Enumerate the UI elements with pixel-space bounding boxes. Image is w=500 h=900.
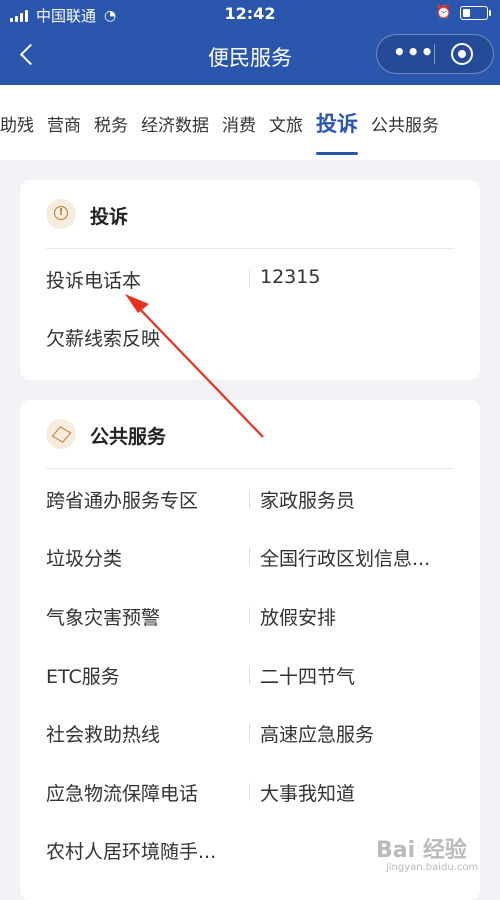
- service-link[interactable]: 放假安排: [260, 603, 336, 630]
- watermark-url: jingyan.baidu.com: [386, 862, 479, 873]
- wage-arrears-report-link[interactable]: 欠薪线索反映: [46, 324, 160, 351]
- list-item: 气象灾害预警 放假安排: [20, 586, 480, 644]
- complaint-card: 投诉 投诉电话本 12315 欠薪线索反映: [20, 180, 480, 380]
- capsule-divider: [434, 44, 435, 64]
- list-item: 社会救助热线 高速应急服务: [20, 703, 480, 761]
- cell-divider: [249, 783, 250, 801]
- tab-culture-tourism[interactable]: 文旅: [269, 111, 303, 138]
- service-link[interactable]: 大事我知道: [260, 779, 355, 806]
- status-time: 12:42: [224, 4, 276, 23]
- service-link[interactable]: 二十四节气: [260, 662, 355, 689]
- complaint-hotline-12315[interactable]: 12315: [260, 266, 320, 288]
- cell-divider: [249, 666, 250, 684]
- list-item: 欠薪线索反映: [20, 307, 480, 365]
- tab-consumption[interactable]: 消费: [222, 111, 256, 138]
- list-item: 应急物流保障电话 大事我知道: [20, 762, 480, 820]
- target-icon[interactable]: [451, 43, 473, 65]
- battery-icon: [460, 5, 491, 20]
- service-link[interactable]: 家政服务员: [260, 486, 355, 513]
- mini-program-capsule: •••: [376, 34, 494, 74]
- cell-divider: [249, 270, 250, 288]
- cell-divider: [249, 724, 250, 742]
- watermark: Bai 经验: [376, 832, 467, 864]
- service-link[interactable]: 高速应急服务: [260, 720, 374, 747]
- tab-public-service[interactable]: 公共服务: [371, 111, 439, 138]
- service-link[interactable]: 气象灾害预警: [46, 603, 160, 630]
- tab-tax[interactable]: 税务: [94, 111, 128, 138]
- list-item: 投诉电话本 12315: [20, 249, 480, 307]
- tab-disability-aid[interactable]: 助残: [0, 111, 34, 138]
- more-dots-icon[interactable]: •••: [393, 42, 433, 63]
- status-bar: 中国联通 ◔ 12:42 ⏰: [0, 0, 500, 28]
- status-right: ⏰: [435, 5, 491, 20]
- list-item: 垃圾分类 全国行政区划信息...: [20, 527, 480, 585]
- card-header: 投诉: [20, 180, 480, 248]
- tab-economic-data[interactable]: 经济数据: [141, 111, 209, 138]
- cell-divider: [249, 548, 250, 566]
- service-link[interactable]: 垃圾分类: [46, 544, 122, 571]
- complaint-phonebook-link[interactable]: 投诉电话本: [46, 266, 141, 293]
- service-link[interactable]: 跨省通办服务专区: [46, 486, 198, 513]
- card-title: 公共服务: [90, 426, 167, 448]
- service-link[interactable]: 全国行政区划信息...: [260, 544, 430, 571]
- service-link[interactable]: 应急物流保障电话: [46, 779, 198, 806]
- list-item: 跨省通办服务专区 家政服务员: [20, 469, 480, 527]
- public-service-card: 公共服务 跨省通办服务专区 家政服务员 垃圾分类 全国行政区划信息... 气象灾…: [20, 400, 480, 900]
- service-link[interactable]: ETC服务: [46, 662, 120, 689]
- box-icon: [46, 419, 76, 449]
- service-link[interactable]: 社会救助热线: [46, 720, 160, 747]
- tab-list: 助残 营商 税务 经济数据 消费 文旅 投诉 公共服务: [0, 108, 452, 155]
- alarm-icon: ⏰: [435, 5, 452, 20]
- warning-icon: [46, 199, 76, 229]
- baidu-watermark-logo: Bai 经验: [376, 838, 467, 863]
- nav-bar: 便民服务 •••: [0, 28, 500, 85]
- cell-divider: [249, 490, 250, 508]
- card-title: 投诉: [90, 206, 129, 228]
- tab-business[interactable]: 营商: [47, 111, 81, 138]
- service-link[interactable]: 农村人居环境随手...: [46, 837, 216, 864]
- category-tabs: 助残 营商 税务 经济数据 消费 文旅 投诉 公共服务: [0, 85, 500, 160]
- card-header: 公共服务: [20, 400, 480, 468]
- tab-complaint[interactable]: 投诉: [316, 108, 358, 155]
- cell-divider: [249, 607, 250, 625]
- list-item: ETC服务 二十四节气: [20, 645, 480, 703]
